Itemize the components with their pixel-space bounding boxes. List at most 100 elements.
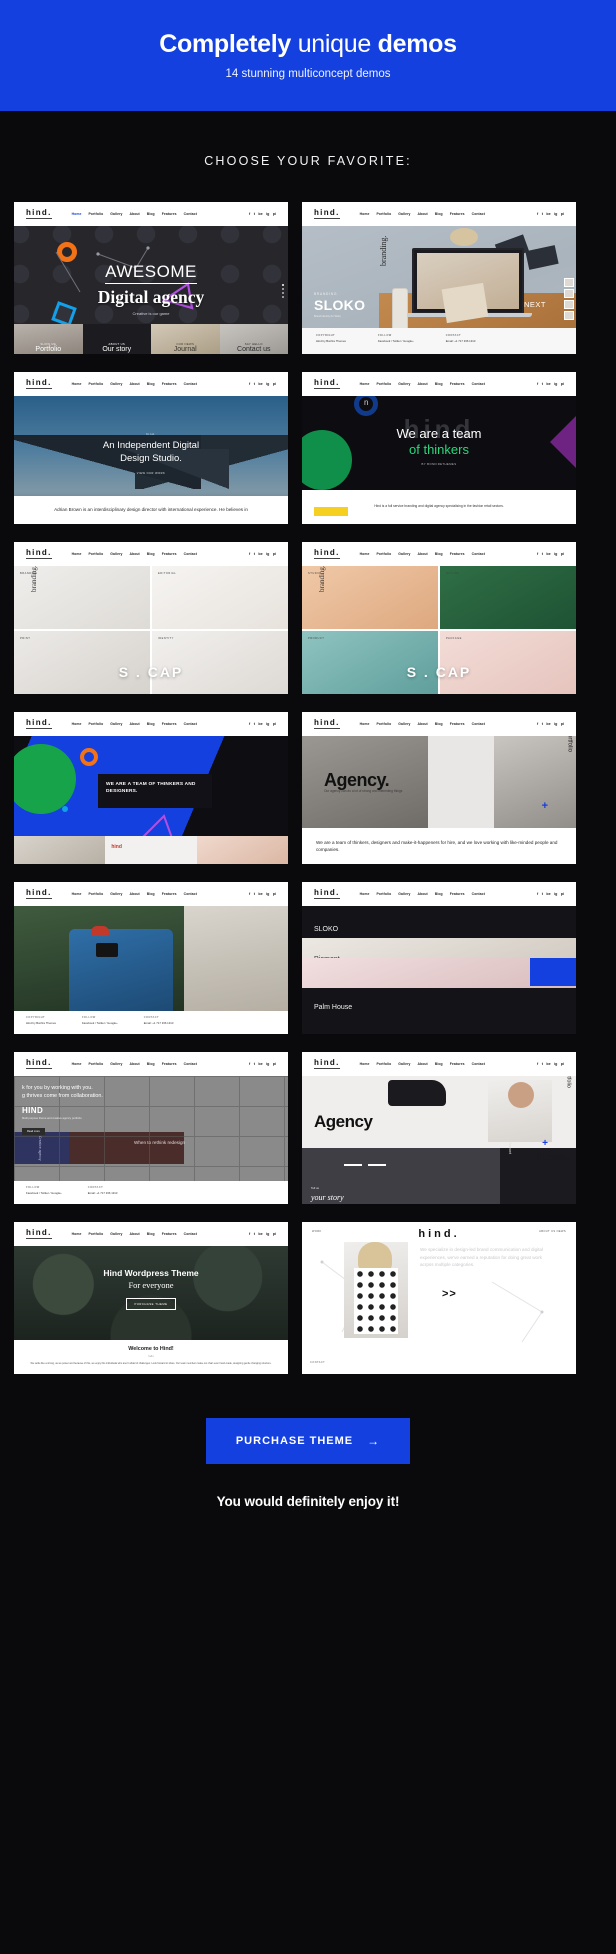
nav-item-portfolio[interactable]: Portfolio — [376, 382, 391, 386]
site-logo[interactable]: hind. — [314, 379, 340, 389]
nav-item-home[interactable]: Home — [360, 1062, 370, 1066]
site-nav[interactable]: hind. Home Portfolio Gallery About Blog … — [302, 372, 576, 396]
behance-icon[interactable]: be — [258, 382, 262, 386]
social-links[interactable]: f t be ig pi — [537, 212, 564, 216]
nav-item-portfolio[interactable]: Portfolio — [376, 212, 391, 216]
nav-item-contact[interactable]: Contact — [184, 1232, 197, 1236]
instagram-icon[interactable]: ig — [554, 892, 557, 896]
site-logo[interactable]: hind. — [314, 209, 340, 219]
demo-card-agency-piemont[interactable]: hind. Home Portfolio Gallery About Blog … — [302, 1052, 576, 1204]
facebook-icon[interactable]: f — [537, 892, 538, 896]
next-project-link[interactable]: NEXT — [524, 300, 546, 309]
slider-dots[interactable] — [282, 284, 284, 298]
site-nav[interactable]: hind. Home Portfolio Gallery About Blog … — [302, 712, 576, 736]
facebook-icon[interactable]: f — [249, 552, 250, 556]
pinterest-icon[interactable]: pi — [273, 892, 276, 896]
nav-item-gallery[interactable]: Gallery — [398, 212, 410, 216]
nav-item-blog[interactable]: Blog — [147, 552, 155, 556]
nav-menu[interactable]: Home Portfolio Gallery About Blog Featur… — [72, 552, 197, 556]
portfolio-tile[interactable]: EDITORIAL — [152, 566, 288, 629]
nav-item-portfolio[interactable]: Portfolio — [88, 892, 103, 896]
facebook-icon[interactable]: f — [537, 722, 538, 726]
nav-item-features[interactable]: Features — [162, 382, 177, 386]
nav-menu[interactable]: Home Portfolio Gallery About Blog Featur… — [72, 212, 197, 216]
demo-card-hind-wordpress-theme[interactable]: hind. Home Portfolio Gallery About Blog … — [14, 1222, 288, 1374]
behance-icon[interactable]: be — [546, 212, 550, 216]
nav-item-contact[interactable]: Contact — [472, 892, 485, 896]
nav-item-about[interactable]: About — [129, 722, 139, 726]
facebook-icon[interactable]: f — [249, 1232, 250, 1236]
demo-card-photographer[interactable]: hind. Home Portfolio Gallery About Blog … — [14, 882, 288, 1034]
nav-item-gallery[interactable]: Gallery — [110, 1062, 122, 1066]
nav-item-features[interactable]: Features — [450, 552, 465, 556]
twitter-icon[interactable]: t — [254, 212, 255, 216]
demo-card-sloko-branding[interactable]: hind. Home Portfolio Gallery About Blog … — [302, 202, 576, 354]
preview-thumb[interactable] — [14, 836, 106, 864]
nav-item-blog[interactable]: Blog — [435, 382, 443, 386]
nav-item-contact[interactable]: Contact — [472, 212, 485, 216]
site-logo[interactable]: hind. — [26, 1229, 52, 1239]
thumb-our-story[interactable]: ABOUT US Our story — [82, 324, 151, 354]
cta-label[interactable]: VIEW OUR WORK — [14, 472, 288, 475]
nav-item-features[interactable]: Features — [450, 892, 465, 896]
nav-item-portfolio[interactable]: Portfolio — [88, 552, 103, 556]
behance-icon[interactable]: be — [258, 212, 262, 216]
twitter-icon[interactable]: t — [542, 382, 543, 386]
nav-item-contact[interactable]: Contact — [184, 1062, 197, 1066]
social-links[interactable]: f t be ig pi — [249, 722, 276, 726]
facebook-icon[interactable]: f — [537, 552, 538, 556]
instagram-icon[interactable]: ig — [266, 892, 269, 896]
instagram-icon[interactable]: ig — [266, 1062, 269, 1066]
behance-icon[interactable]: be — [546, 892, 550, 896]
demo-card-project-list[interactable]: hind. Home Portfolio Gallery About Blog … — [302, 882, 576, 1034]
site-nav[interactable]: hind. Home Portfolio Gallery About Blog … — [14, 1222, 288, 1246]
nav-item-about[interactable]: About — [129, 1232, 139, 1236]
nav-item-portfolio[interactable]: Portfolio — [88, 212, 103, 216]
instagram-icon[interactable]: ig — [554, 1062, 557, 1066]
nav-item-gallery[interactable]: Gallery — [110, 552, 122, 556]
thumb-journal[interactable]: OUR NEWS Journal — [151, 324, 220, 354]
portfolio-tile[interactable]: IDENTITY — [152, 631, 288, 694]
nav-item-contact[interactable]: Contact — [184, 212, 197, 216]
facebook-icon[interactable]: f — [537, 382, 538, 386]
nav-item-about[interactable]: About — [417, 382, 427, 386]
portfolio-tile[interactable]: PRINT — [14, 631, 150, 694]
nav-item-home[interactable]: Home — [72, 892, 82, 896]
pinterest-icon[interactable]: pi — [561, 892, 564, 896]
nav-item-features[interactable]: Features — [162, 1232, 177, 1236]
nav-item-gallery[interactable]: Gallery — [110, 722, 122, 726]
pinterest-icon[interactable]: pi — [561, 212, 564, 216]
facebook-icon[interactable]: f — [249, 892, 250, 896]
nav-menu[interactable]: Home Portfolio Gallery About Blog Featur… — [360, 892, 485, 896]
nav-menu[interactable]: Home Portfolio Gallery About Blog Featur… — [360, 382, 485, 386]
preview-thumb[interactable] — [196, 836, 288, 864]
nav-item-features[interactable]: Features — [450, 1062, 465, 1066]
nav-item-portfolio[interactable]: Portfolio — [88, 382, 103, 386]
nav-item-gallery[interactable]: Gallery — [110, 892, 122, 896]
plus-icon[interactable]: + — [542, 800, 548, 812]
behance-icon[interactable]: be — [258, 552, 262, 556]
instagram-icon[interactable]: ig — [554, 212, 557, 216]
social-links[interactable]: f t be ig pi — [249, 552, 276, 556]
nav-item-home[interactable]: Home — [360, 722, 370, 726]
thumb-portfolio[interactable]: SHOW ME Portfolio — [14, 324, 83, 354]
category-thumbnails[interactable]: SHOW ME Portfolio ABOUT US Our story OUR… — [14, 324, 288, 354]
nav-item-features[interactable]: Features — [162, 722, 177, 726]
social-links[interactable]: f t be ig pi — [249, 382, 276, 386]
site-logo[interactable]: hind. — [314, 719, 340, 729]
pinterest-icon[interactable]: pi — [273, 722, 276, 726]
demo-card-hind-grid-overlay[interactable]: hind. Home Portfolio Gallery About Blog … — [14, 1052, 288, 1204]
nav-menu[interactable]: Home Portfolio Gallery About Blog Featur… — [72, 892, 197, 896]
social-links[interactable]: f t be ig pi — [249, 212, 276, 216]
nav-item-blog[interactable]: Blog — [435, 552, 443, 556]
nav-menu[interactable]: Home Portfolio Gallery About Blog Featur… — [360, 552, 485, 556]
nav-item-blog[interactable]: Blog — [435, 892, 443, 896]
nav-item-about[interactable]: About — [417, 722, 427, 726]
pinterest-icon[interactable]: pi — [561, 1062, 564, 1066]
nav-item-features[interactable]: Features — [162, 212, 177, 216]
nav-item-gallery[interactable]: Gallery — [110, 382, 122, 386]
thumbnail-rail[interactable] — [564, 278, 574, 320]
pinterest-icon[interactable]: pi — [273, 552, 276, 556]
site-nav[interactable]: hind. Home Portfolio Gallery About Blog … — [14, 202, 288, 226]
site-logo[interactable]: hind. — [26, 889, 52, 899]
